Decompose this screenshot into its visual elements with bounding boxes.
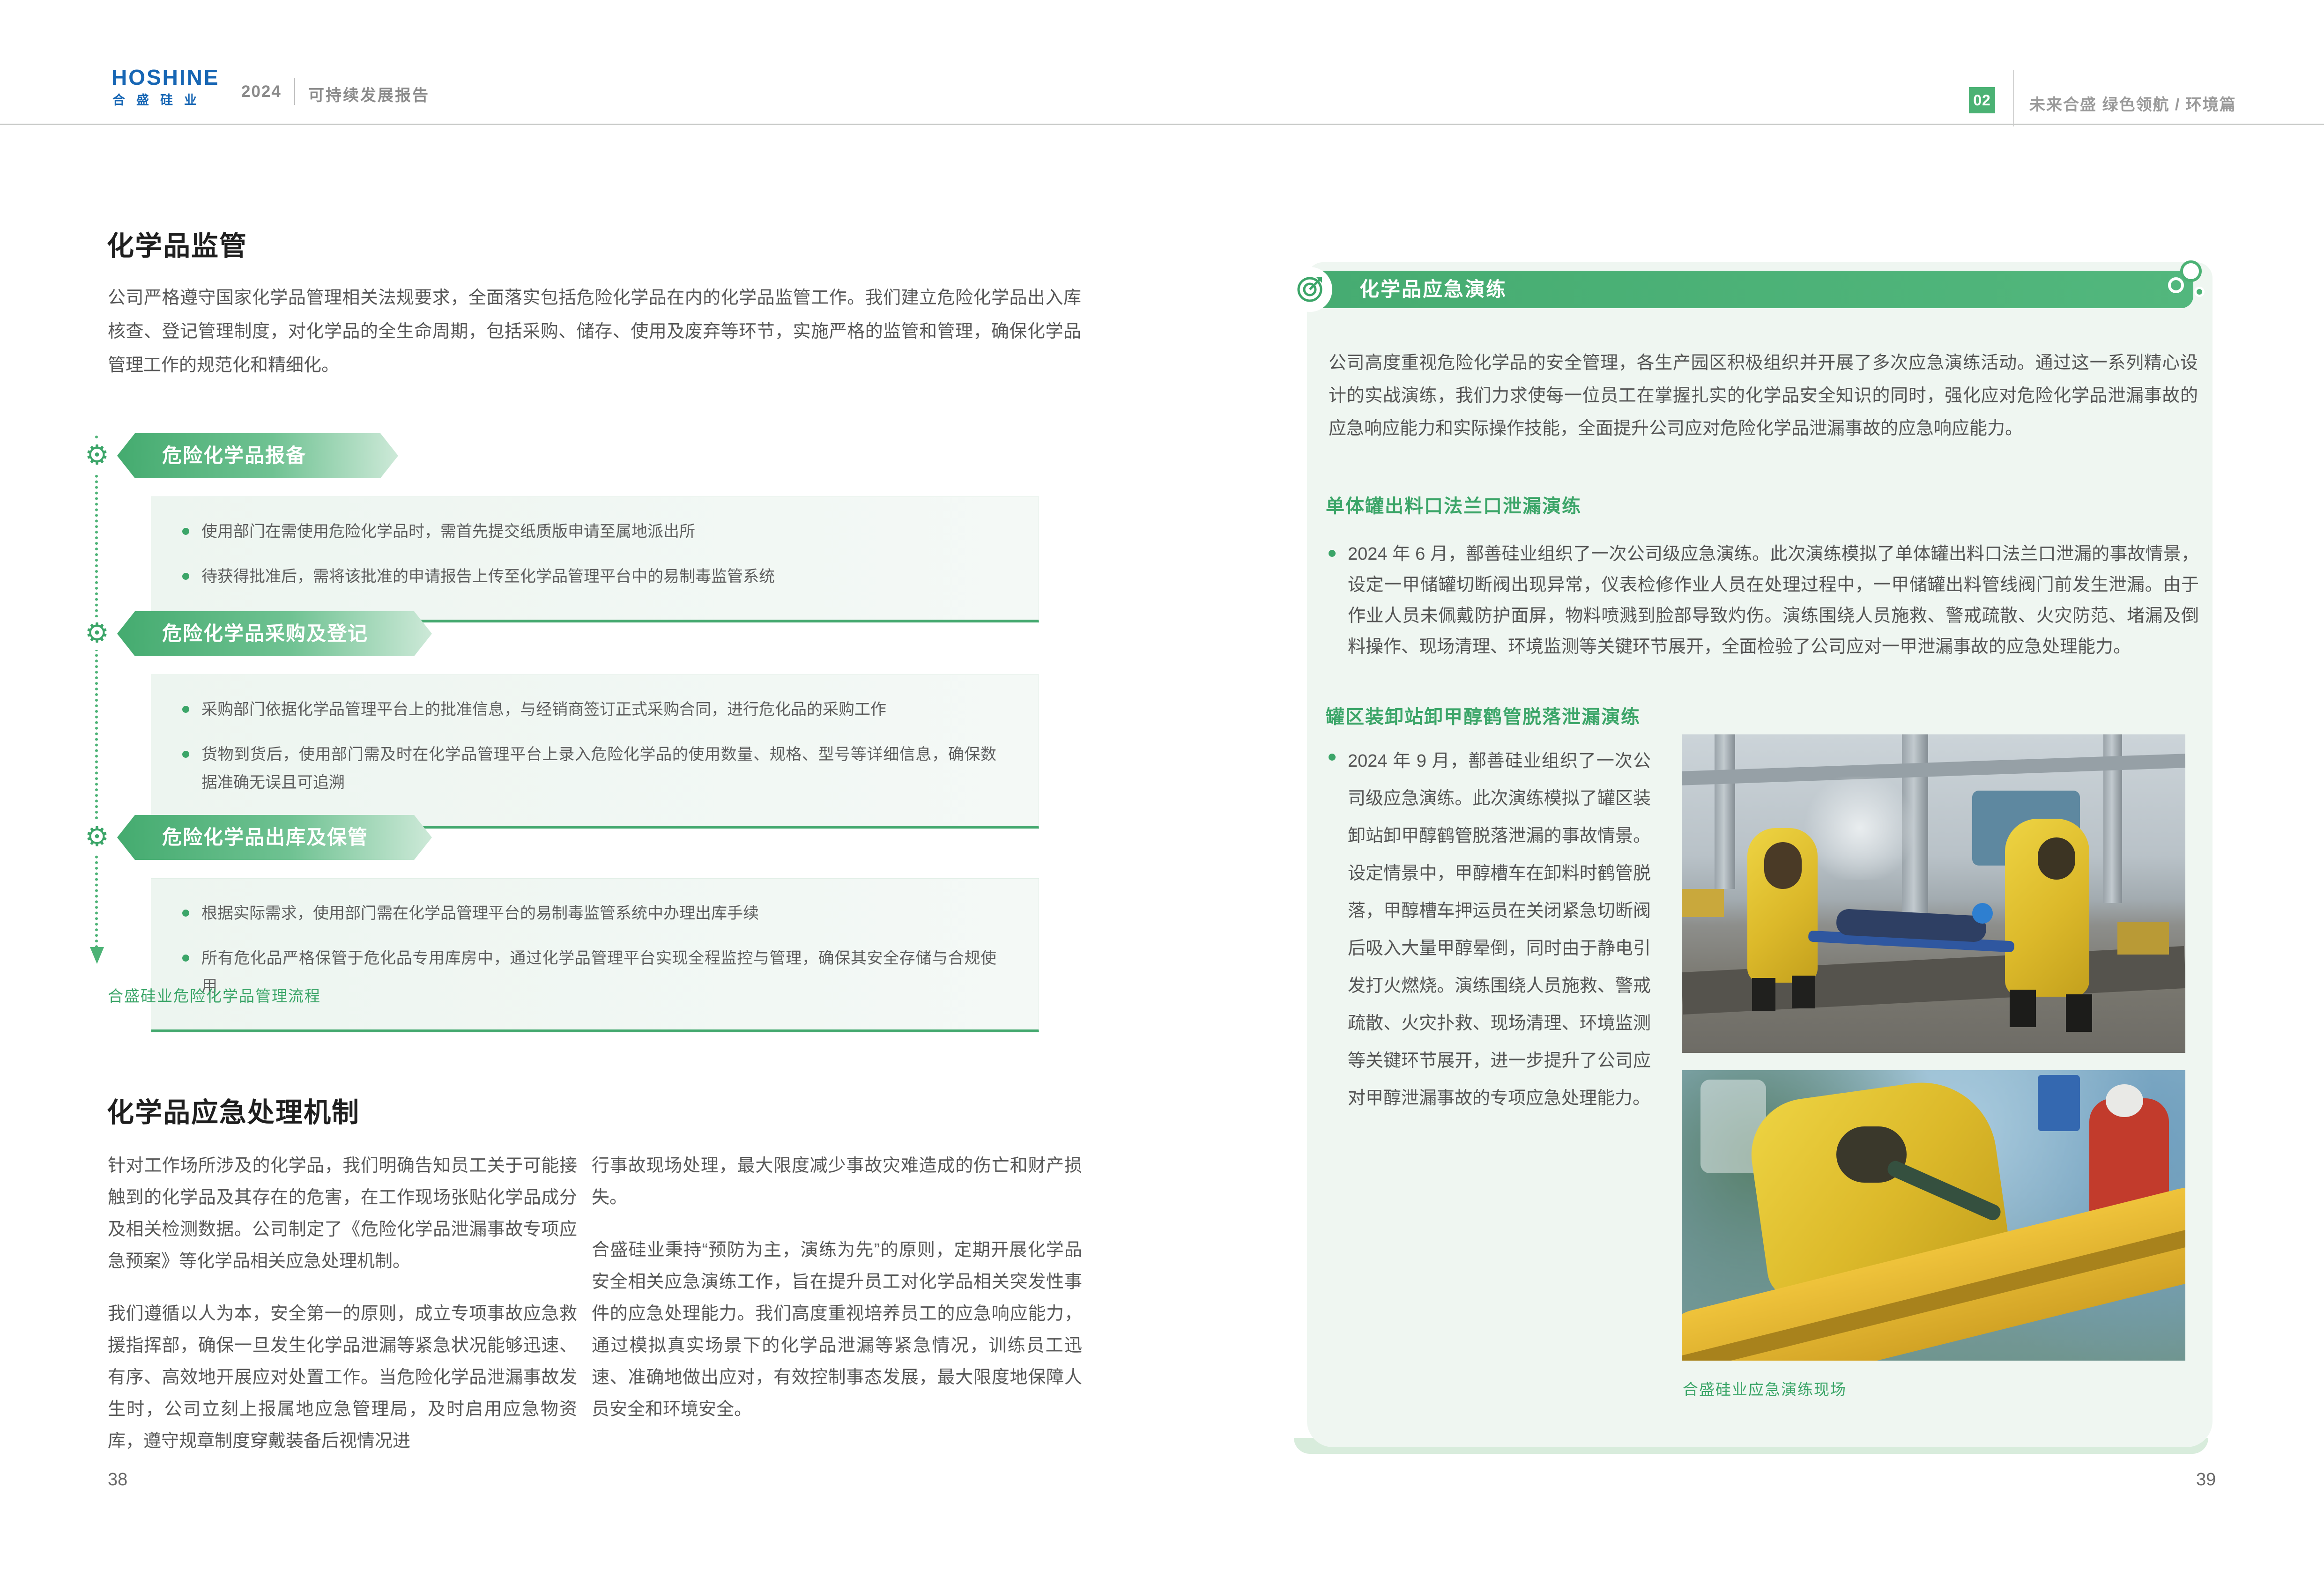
boot-shape [1792, 976, 1815, 1008]
section-title-chemical-supervision: 化学品监管 [107, 224, 247, 263]
flow-step-box: 采购部门依据化学品管理平台上的批准信息，与经销商签订正式采购合同，进行危化品的采… [151, 674, 1039, 829]
bullet-dot-icon [1329, 754, 1336, 761]
flow-step-title: 危险化学品出库及保管 [117, 815, 368, 860]
text-column-left: 针对工作场所涉及的化学品，我们明确告知员工关于可能接触到的化学品及其存在的危害，… [108, 1150, 577, 1478]
case1-title: 单体罐出料口法兰口泄漏演练 [1326, 491, 1582, 518]
boot-shape [2010, 990, 2036, 1027]
hoshine-logo-chinese: 合盛硅业 [112, 90, 208, 108]
flow-step-title: 危险化学品报备 [117, 433, 306, 478]
list-item: 使用部门在需使用危险化学品时，需首先提交纸质版申请至属地派出所 [182, 518, 996, 546]
flow-step-box: 根据实际需求，使用部门需在化学品管理平台的易制毒监管系统中办理出库手续 所有危化… [151, 878, 1039, 1032]
case1-body: 2024 年 6 月，鄯善硅业组织了一次公司级应急演练。此次演练模拟了单体罐出料… [1329, 539, 2199, 662]
case1-text: 2024 年 6 月，鄯善硅业组织了一次公司级应急演练。此次演练模拟了单体罐出料… [1348, 539, 2199, 662]
boot-shape [2066, 994, 2092, 1032]
yellow-curb-shape [2117, 922, 2169, 955]
bullet-dot-icon [182, 910, 189, 917]
gear-icon: ⚙ [81, 617, 113, 650]
paragraph: 我们遵循以人为本，安全第一的原则，成立专项事故应急救援指挥部，确保一旦发生化学品… [108, 1298, 577, 1457]
drill-photo-hose-work [1682, 1070, 2185, 1361]
panel-title: 化学品应急演练 [1359, 271, 1507, 308]
bullet-dot-icon [182, 573, 189, 580]
yellow-curb-shape [1682, 889, 1724, 917]
paragraph: 合盛硅业秉持“预防为主，演练为先”的原则，定期开展化学品安全相关应急演练工作，旨… [592, 1234, 1082, 1425]
bullet-dot-icon [182, 706, 189, 713]
header-report-title: 可持续发展报告 [308, 82, 430, 105]
chapter-divider [2013, 70, 2014, 126]
section-title-emergency-mechanism: 化学品应急处理机制 [107, 1090, 360, 1130]
header-rule [0, 124, 2324, 125]
helmet-shape [1972, 903, 1993, 924]
bullet-dot-icon [1329, 550, 1336, 557]
list-item: 待获得批准后，需将该批准的申请报告上传至化学品管理平台中的易制毒监管系统 [182, 563, 996, 591]
list-item: 采购部门依据化学品管理平台上的批准信息，与经销商签订正式采购合同，进行危化品的采… [182, 696, 996, 724]
gear-icon: ⚙ [81, 821, 113, 854]
bullet-text: 使用部门在需使用危险化学品时，需首先提交纸质版申请至属地派出所 [201, 518, 695, 546]
drill-photo-stretcher [1682, 734, 2185, 1053]
bullet-dot-icon [182, 955, 189, 962]
flow-step-box: 使用部门在需使用危险化学品时，需首先提交纸质版申请至属地派出所 待获得批准后，需… [151, 496, 1039, 622]
list-item: 货物到货后，使用部门需及时在化学品管理平台上录入危险化学品的使用数量、规格、型号… [182, 740, 996, 797]
report-spread: HOSHINE 合盛硅业 2024 可持续发展报告 02 未来合盛 绿色领航 /… [0, 0, 2324, 1577]
panel-intro: 公司高度重视危险化学品的安全管理，各生产园区积极组织并开展了多次应急演练活动。通… [1329, 347, 2198, 445]
bullet-text: 待获得批准后，需将该批准的申请报告上传至化学品管理平台中的易制毒监管系统 [201, 563, 775, 591]
target-icon [1287, 267, 1332, 312]
chapter-title: 未来合盛 绿色领航 / 环境篇 [2029, 92, 2236, 115]
page-number-left: 38 [108, 1470, 127, 1490]
sign-shape [2038, 1075, 2080, 1131]
case2-text: 2024 年 9 月，鄯善硅业组织了一次公司级应急演练。此次演练模拟了罐区装卸站… [1348, 742, 1651, 1117]
list-item: 根据实际需求，使用部门需在化学品管理平台的易制毒监管系统中办理出库手续 [182, 899, 996, 927]
header-divider [294, 78, 295, 105]
flow-connector-line [95, 436, 98, 948]
helmet-shape [2106, 1084, 2143, 1117]
flow-step-banner-purchase: 危险化学品采购及登记 [117, 611, 432, 656]
visor-shape [1764, 842, 1802, 889]
bubble-decoration-icon [2168, 277, 2184, 293]
paragraph: 针对工作场所涉及的化学品，我们明确告知员工关于可能接触到的化学品及其存在的危害，… [108, 1150, 577, 1277]
gear-icon: ⚙ [81, 439, 113, 472]
page-number-right: 39 [2196, 1470, 2216, 1490]
case2-body: 2024 年 9 月，鄯善硅业组织了一次公司级应急演练。此次演练模拟了罐区装卸站… [1329, 742, 1651, 1117]
flow-arrow-down-icon [90, 947, 104, 964]
paragraph: 行事故现场处理，最大限度减少事故灾难造成的伤亡和财产损失。 [592, 1150, 1082, 1214]
bubble-decoration-icon [2180, 260, 2202, 282]
bubble-decoration-icon [2194, 287, 2205, 297]
chapter-number-badge: 02 [1969, 87, 1995, 113]
hoshine-logo: HOSHINE [111, 65, 220, 90]
bullet-dot-icon [182, 751, 189, 758]
header-year: 2024 [241, 82, 282, 101]
chemical-supervision-intro: 公司严格遵守国家化学品管理相关法规要求，全面落实包括危险化学品在内的化学品监管工… [108, 281, 1081, 382]
boot-shape [1752, 978, 1775, 1011]
pipe-shape [1715, 734, 1735, 889]
visor-shape [2038, 837, 2075, 880]
flow-step-banner-storage: 危险化学品出库及保管 [117, 815, 432, 860]
text-column-right: 行事故现场处理，最大限度减少事故灾难造成的伤亡和财产损失。 合盛硅业秉持“预防为… [592, 1150, 1082, 1446]
case2-title: 罐区装卸站卸甲醇鹤管脱落泄漏演练 [1326, 702, 1641, 729]
flow-caption: 合盛硅业危险化学品管理流程 [108, 984, 321, 1006]
bullet-dot-icon [182, 528, 189, 535]
flow-step-banner-report: 危险化学品报备 [117, 433, 398, 478]
photo-caption: 合盛硅业应急演练现场 [1683, 1377, 1847, 1399]
bullet-text: 货物到货后，使用部门需及时在化学品管理平台上录入危险化学品的使用数量、规格、型号… [201, 740, 996, 797]
bullet-text: 根据实际需求，使用部门需在化学品管理平台的易制毒监管系统中办理出库手续 [201, 899, 759, 927]
bullet-text: 采购部门依据化学品管理平台上的批准信息，与经销商签订正式采购合同，进行危化品的采… [201, 696, 886, 724]
flow-step-title: 危险化学品采购及登记 [117, 611, 368, 656]
